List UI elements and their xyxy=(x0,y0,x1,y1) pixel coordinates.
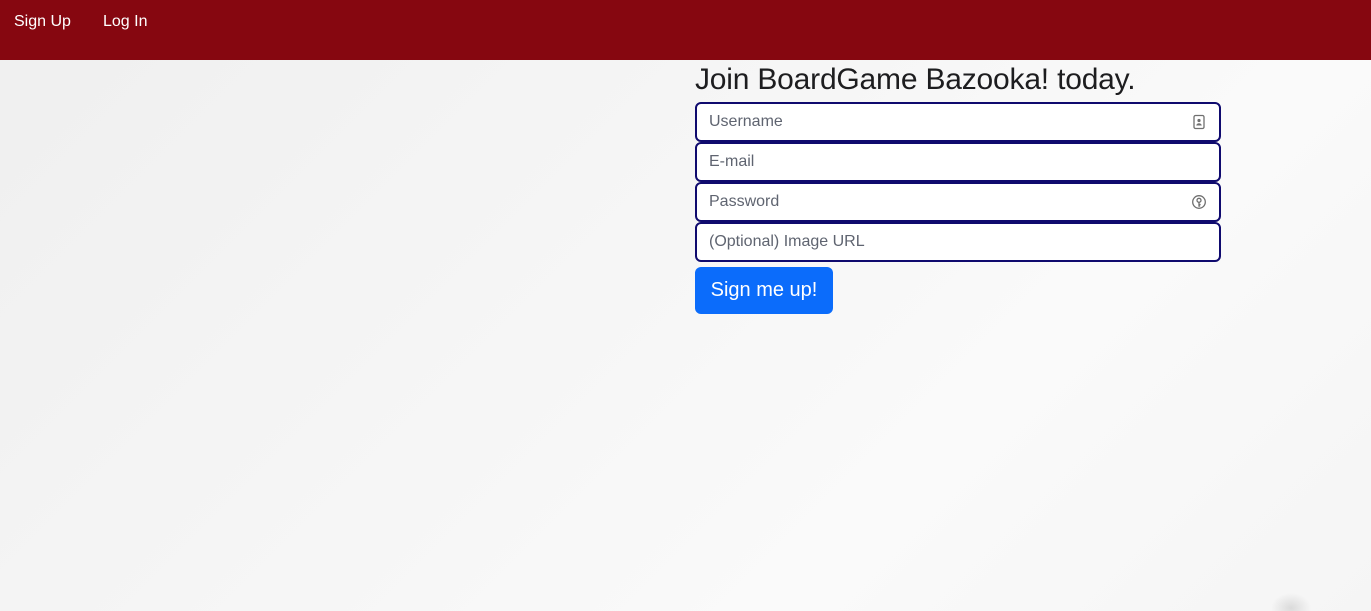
signup-form: Join BoardGame Bazooka! today. Sign me u… xyxy=(695,62,1221,314)
email-field-wrapper xyxy=(695,142,1221,182)
nav-signup-link[interactable]: Sign Up xyxy=(14,12,71,32)
image-url-input[interactable] xyxy=(697,224,1219,260)
contact-card-icon[interactable] xyxy=(1191,114,1207,130)
image-url-field-wrapper xyxy=(695,222,1221,262)
password-field-wrapper xyxy=(695,182,1221,222)
sign-me-up-button[interactable]: Sign me up! xyxy=(695,267,833,314)
page-title: Join BoardGame Bazooka! today. xyxy=(695,63,1136,96)
email-input[interactable] xyxy=(697,144,1219,180)
nav-login-link[interactable]: Log In xyxy=(103,12,147,32)
username-field-wrapper xyxy=(695,102,1221,142)
background-shadow xyxy=(1271,593,1311,611)
username-input[interactable] xyxy=(697,104,1219,140)
navbar: Sign Up Log In xyxy=(0,0,1371,60)
password-input[interactable] xyxy=(697,184,1219,220)
password-key-icon[interactable] xyxy=(1191,194,1207,210)
